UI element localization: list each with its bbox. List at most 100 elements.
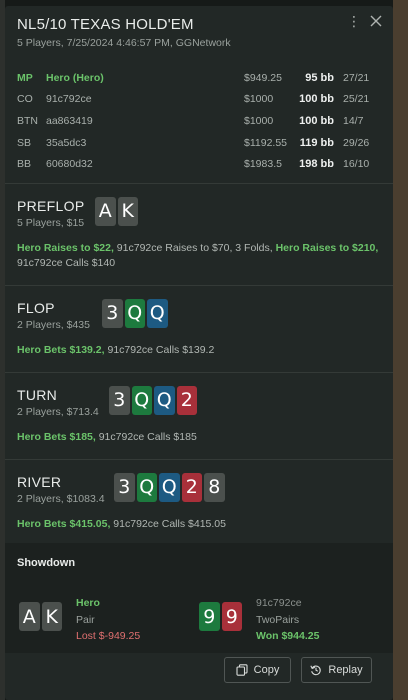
background-right-edge [393, 0, 408, 700]
card: 8 [204, 472, 225, 502]
copy-button[interactable]: Copy [224, 657, 291, 683]
player-stack: $1000 [244, 114, 274, 127]
player-position: SB [17, 136, 32, 149]
street-pot: 2 Players, $435 [17, 318, 90, 331]
villain-action: 91c792ce Calls $415.05 [110, 517, 226, 530]
card: 3 [102, 298, 123, 328]
villain-result-info: 91c792ce TwoPairs Won $944.25 [256, 595, 319, 645]
player-stack: $1000 [244, 93, 274, 106]
villain-result: Won $944.25 [256, 630, 320, 642]
player-name: Hero (Hero) [46, 71, 104, 84]
villain-action: 91c792ce Calls $140 [17, 256, 116, 269]
player-row: CO 91c792ce $1000 100 bb 25/21 [17, 89, 381, 111]
street-preflop: PREFLOP 5 Players, $15 A K Hero Raises t… [5, 184, 393, 285]
street-pot: 2 Players, $713.4 [17, 405, 99, 418]
board-cards: 3 Q Q 2 8 [114, 472, 225, 502]
player-stack-bb: 119 bb [299, 136, 334, 149]
player-vpip-pfr: 16/10 [343, 158, 370, 171]
card: A [95, 196, 116, 226]
showdown-villain: 9 9 91c792ce TwoPairs Won $944.25 [199, 595, 319, 645]
card: 2 [181, 472, 202, 502]
villain-name: 91c792ce [256, 597, 302, 609]
replay-label: Replay [328, 664, 363, 676]
hero-name: Hero [76, 597, 100, 609]
card: K [117, 196, 138, 226]
hero-result: Lost $-949.25 [76, 630, 141, 642]
player-stack-bb: 95 bb [305, 71, 334, 84]
showdown-hero: A K Hero Pair Lost $-949.25 [19, 595, 140, 645]
card: Q [159, 472, 180, 502]
card: 3 [114, 472, 135, 502]
replay-button[interactable]: Replay [301, 657, 372, 683]
card: 2 [176, 385, 197, 415]
hero-action: Hero Bets $139.2, [17, 343, 105, 356]
street-pot: 5 Players, $15 [17, 216, 85, 229]
header-actions: ⋮ [347, 14, 383, 28]
villain-action: 91c792ce Raises to $70, 3 Folds, [113, 241, 276, 254]
villain-hole-cards: 9 9 [199, 602, 242, 645]
player-position: CO [17, 93, 33, 106]
showdown-title: Showdown [17, 557, 76, 569]
panel-header: NL5/10 TEXAS HOLD'EM 5 Players, 7/25/202… [5, 6, 393, 49]
showdown-section: Showdown A K Hero Pair Lost $-949.25 9 9… [5, 543, 393, 653]
card: K [41, 602, 62, 631]
card: 9 [199, 602, 220, 631]
street-actions: Hero Bets $139.2, 91c792ce Calls $139.2 [17, 343, 381, 358]
card: Q [154, 385, 175, 415]
hero-action: Hero Raises to $22, [17, 241, 114, 254]
player-name: 91c792ce [46, 93, 92, 106]
player-vpip-pfr: 25/21 [343, 93, 370, 106]
copy-icon [236, 664, 248, 676]
player-position: BB [17, 158, 32, 171]
hero-action: Hero Raises to $210, [275, 241, 379, 254]
player-row: BB 60680d32 $1983.5 198 bb 16/10 [17, 153, 381, 175]
villain-action: 91c792ce Calls $185 [95, 430, 197, 443]
street-flop: FLOP 2 Players, $435 3 Q Q Hero Bets $13… [5, 286, 393, 372]
street-river: RIVER 2 Players, $1083.4 3 Q Q 2 8 Hero … [5, 460, 393, 546]
card: 3 [109, 385, 130, 415]
card: 9 [221, 602, 242, 631]
card: Q [147, 298, 168, 328]
player-name: 35a5dc3 [46, 136, 87, 149]
card: A [19, 602, 40, 631]
villain-action: 91c792ce Calls $139.2 [104, 343, 215, 356]
card: Q [136, 472, 157, 502]
player-vpip-pfr: 27/21 [343, 71, 370, 84]
card: Q [124, 298, 145, 328]
street-turn: TURN 2 Players, $713.4 3 Q Q 2 Hero Bets… [5, 373, 393, 459]
street-name: PREFLOP [17, 197, 85, 214]
player-stack: $1192.55 [244, 136, 288, 149]
panel-footer: Copy Replay [5, 653, 393, 700]
hero-result-info: Hero Pair Lost $-949.25 [76, 595, 140, 645]
board-cards: 3 Q Q [102, 298, 168, 328]
street-actions: Hero Bets $185, 91c792ce Calls $185 [17, 430, 381, 445]
hero-hole-cards: A K [19, 602, 62, 645]
street-actions: Hero Bets $415.05, 91c792ce Calls $415.0… [17, 517, 381, 532]
hero-action: Hero Bets $185, [17, 430, 96, 443]
hole-cards: A K [95, 196, 138, 226]
street-name: TURN [17, 386, 58, 403]
game-subtitle: 5 Players, 7/25/2024 4:46:57 PM, GGNetwo… [17, 37, 231, 49]
player-stack: $949.25 [244, 71, 282, 84]
player-row: SB 35a5dc3 $1192.55 119 bb 29/26 [17, 132, 381, 154]
player-row: BTN aa863419 $1000 100 bb 14/7 [17, 110, 381, 132]
hero-action: Hero Bets $415.05, [17, 517, 111, 530]
player-stack-bb: 198 bb [299, 158, 334, 171]
game-title: NL5/10 TEXAS HOLD'EM [17, 16, 194, 33]
copy-label: Copy [253, 664, 280, 676]
villain-hand-rank: TwoPairs [256, 613, 300, 626]
player-name: aa863419 [46, 114, 93, 127]
board-cards: 3 Q Q 2 [109, 385, 197, 415]
hero-hand-rank: Pair [76, 613, 95, 626]
player-row: MP Hero (Hero) $949.25 95 bb 27/21 [17, 67, 381, 89]
street-name: FLOP [17, 299, 55, 316]
kebab-menu-icon[interactable]: ⋮ [347, 14, 361, 28]
player-position: BTN [17, 114, 38, 127]
player-vpip-pfr: 29/26 [343, 136, 370, 149]
card: Q [131, 385, 152, 415]
street-actions: Hero Raises to $22, 91c792ce Raises to $… [17, 241, 381, 271]
player-stack-bb: 100 bb [299, 93, 334, 106]
players-table: MP Hero (Hero) $949.25 95 bb 27/21 CO 91… [5, 57, 393, 183]
close-icon[interactable] [369, 14, 383, 28]
replay-icon [310, 665, 322, 676]
